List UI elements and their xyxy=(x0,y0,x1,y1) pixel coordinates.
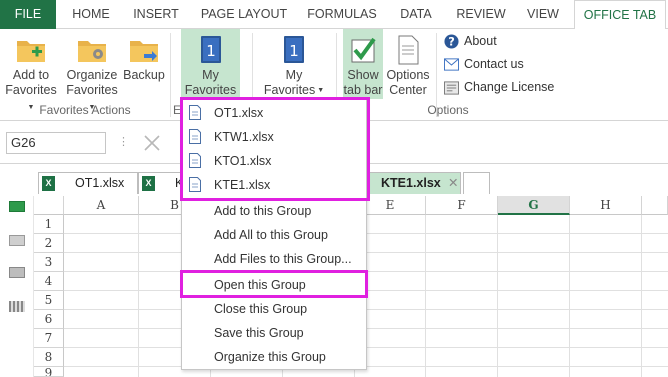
options-center-label-2: Center xyxy=(389,83,427,97)
svg-text:?: ? xyxy=(448,36,455,49)
select-all-corner[interactable] xyxy=(34,196,64,215)
row-header[interactable]: 5 xyxy=(34,291,64,310)
name-box[interactable]: G26 xyxy=(6,132,106,154)
close-group-item[interactable]: Close this Group xyxy=(182,297,366,321)
tab-view[interactable]: VIEW xyxy=(518,0,568,29)
format-icon[interactable] xyxy=(9,235,25,246)
row-header[interactable]: 4 xyxy=(34,272,64,291)
license-icon xyxy=(444,81,459,95)
column-header-selected[interactable]: G xyxy=(498,196,570,215)
doc-tab-partial[interactable]: X K xyxy=(138,172,183,194)
tab-insert[interactable]: INSERT xyxy=(125,0,187,29)
tab-data[interactable]: DATA xyxy=(388,0,444,29)
my-favorites-2-label-2: Favorites xyxy=(263,83,316,97)
my-favorites-button-active[interactable]: 1 My Favorites ▼ xyxy=(181,29,240,111)
tab-home[interactable]: HOME xyxy=(60,0,122,29)
formula-bar-dots-icon: ⋮ xyxy=(118,136,129,148)
add-to-favorites-button[interactable]: Add to Favorites ▼ xyxy=(2,35,60,111)
row-header[interactable]: 6 xyxy=(34,310,64,329)
tab-page-layout[interactable]: PAGE LAYOUT xyxy=(192,0,296,29)
tab-file[interactable]: FILE xyxy=(0,0,56,29)
left-navigation-strip xyxy=(0,165,34,377)
row-header[interactable]: 8 xyxy=(34,348,64,367)
my-favorites-button[interactable]: 1 My Favorites ▼ xyxy=(262,35,326,101)
options-group-label: Options xyxy=(427,103,469,117)
options-center-button[interactable]: Options Center xyxy=(385,35,431,101)
book-icon: 1 xyxy=(284,36,304,63)
organize-favorites-label-1: Organize xyxy=(66,68,118,82)
column-header[interactable]: H xyxy=(570,196,642,215)
email-icon xyxy=(444,58,459,71)
tab-formulas[interactable]: FORMULAS xyxy=(300,0,384,29)
backup-button[interactable]: Backup xyxy=(122,35,166,101)
options-center-label-1: Options xyxy=(386,68,430,82)
show-tab-bar-label-1: Show xyxy=(347,68,379,82)
add-files-to-group-item[interactable]: Add Files to this Group... xyxy=(182,247,366,271)
change-license-label: Change License xyxy=(464,80,555,94)
folder-gear-icon xyxy=(78,41,106,62)
about-button[interactable]: ? About xyxy=(444,31,497,51)
doc-tab-kte1-active[interactable]: KTE1.xlsx ✕ xyxy=(367,172,461,194)
add-all-to-group-item[interactable]: Add All to this Group xyxy=(182,223,366,247)
svg-text:1: 1 xyxy=(206,42,216,60)
grid-line xyxy=(425,215,426,377)
ribbon-tab-bar: FILE HOME INSERT PAGE LAYOUT FORMULAS DA… xyxy=(0,0,668,30)
cancel-formula-icon[interactable] xyxy=(142,134,162,152)
about-label: About xyxy=(464,34,497,48)
organize-favorites-button[interactable]: Organize Favorites ▼ xyxy=(64,35,120,111)
stack-icon[interactable] xyxy=(9,267,25,278)
grid-line xyxy=(497,215,498,377)
row-header[interactable]: 9 xyxy=(34,367,64,377)
contact-us-button[interactable]: Contact us xyxy=(444,54,524,74)
tab-office-tab[interactable]: OFFICE TAB xyxy=(574,0,666,30)
folder-add-icon xyxy=(17,41,45,62)
close-tab-icon[interactable]: ✕ xyxy=(448,173,458,194)
highlight-file-list xyxy=(180,97,370,201)
tab-review[interactable]: REVIEW xyxy=(448,0,514,29)
row-header[interactable]: 7 xyxy=(34,329,64,348)
add-to-favorites-label-1: Add to xyxy=(12,68,50,82)
organize-favorites-label-2: Favorites xyxy=(66,83,118,97)
document-settings-icon xyxy=(398,35,419,65)
excel-icon: X xyxy=(42,176,55,191)
save-group-item[interactable]: Save this Group xyxy=(182,321,366,345)
doc-tab-label: KTE1.xlsx xyxy=(381,176,441,190)
add-to-favorites-label-2: Favorites xyxy=(5,83,57,97)
column-header[interactable]: A xyxy=(64,196,139,215)
row-header[interactable]: 2 xyxy=(34,234,64,253)
dropdown-arrow-icon: ▼ xyxy=(315,87,325,95)
green-panel-icon[interactable] xyxy=(9,201,25,212)
column-header[interactable] xyxy=(642,196,668,215)
checkmark-icon xyxy=(351,37,376,63)
doc-tab-label: OT1.xlsx xyxy=(75,176,125,190)
column-header[interactable]: F xyxy=(426,196,498,215)
my-favorites-2-label-1: My xyxy=(285,68,303,82)
my-favorites-label-1: My xyxy=(202,68,219,82)
add-to-group-item[interactable]: Add to this Group xyxy=(182,199,366,223)
my-favorites-label-2: Favorites xyxy=(184,83,237,97)
doc-tab-ot1[interactable]: X OT1.xlsx xyxy=(38,172,138,194)
grid-line xyxy=(569,215,570,377)
ribbon-separator xyxy=(170,33,171,117)
grid-line xyxy=(138,215,139,377)
highlight-open-group xyxy=(180,270,368,298)
show-tab-bar-label-2: tab bar xyxy=(343,83,383,97)
book-icon: 1 xyxy=(200,36,221,63)
show-tab-bar-button[interactable]: Show tab bar xyxy=(343,29,383,99)
contact-us-label: Contact us xyxy=(464,57,524,71)
new-tab-button[interactable] xyxy=(463,172,490,194)
row-header[interactable]: 1 xyxy=(34,215,64,234)
row-header[interactable]: 3 xyxy=(34,253,64,272)
grid-line xyxy=(641,215,642,377)
organize-group-item[interactable]: Organize this Group xyxy=(182,345,366,369)
change-license-button[interactable]: Change License xyxy=(444,77,554,97)
help-icon: ? xyxy=(444,34,459,49)
favorites-actions-group-label: Favorites Actions xyxy=(39,103,131,117)
svg-text:1: 1 xyxy=(289,42,299,60)
backup-label: Backup xyxy=(123,68,165,82)
columns-icon[interactable] xyxy=(9,301,25,312)
excel-icon: X xyxy=(142,176,155,191)
folder-backup-icon xyxy=(130,41,158,62)
